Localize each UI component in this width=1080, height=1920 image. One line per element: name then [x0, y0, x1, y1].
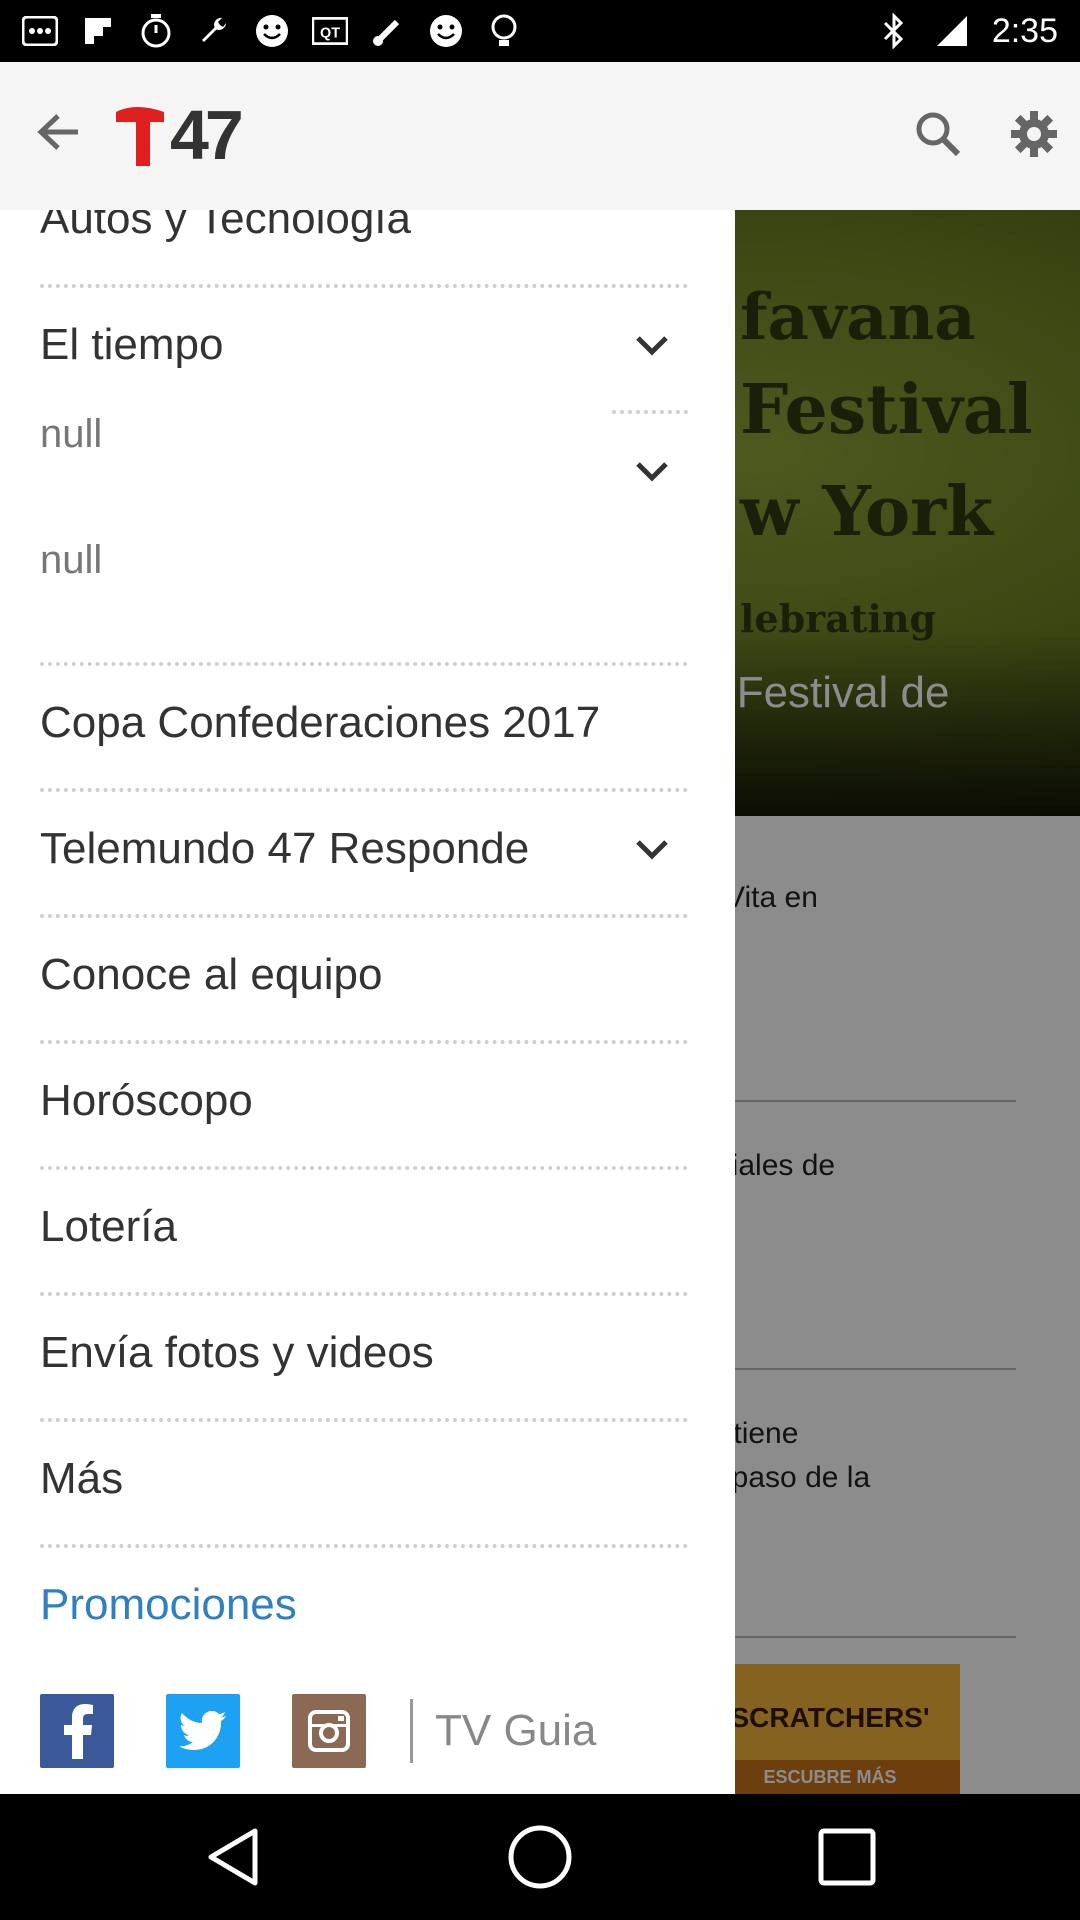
status-bar: QT 2:35	[0, 0, 1080, 62]
search-button[interactable]	[908, 104, 968, 164]
drawer-subitem-null-2[interactable]: null	[40, 538, 102, 583]
drawer-item-copa-confederaciones[interactable]: Copa Confederaciones 2017	[40, 698, 600, 748]
lightbulb-icon	[486, 13, 522, 49]
flipboard-icon	[80, 13, 116, 49]
drawer-item-el-tiempo[interactable]: El tiempo	[40, 320, 223, 370]
tv-guide-link[interactable]: TV Guia	[435, 1706, 596, 1756]
drawer-subitem-null-1[interactable]: null	[40, 412, 102, 457]
notification-icon	[22, 13, 58, 49]
drawer-divider	[40, 788, 688, 792]
drawer-item-autos[interactable]: Autos y Tecnología	[40, 210, 411, 244]
arrow-left-icon	[37, 114, 78, 150]
drawer-divider	[40, 1292, 688, 1296]
nav-recents-button[interactable]	[802, 1812, 892, 1902]
drawer-divider	[40, 1166, 688, 1170]
nav-home-button[interactable]	[495, 1812, 585, 1902]
smiley-icon	[254, 13, 290, 49]
drawer-divider	[40, 662, 688, 666]
circle-home-icon	[508, 1825, 572, 1889]
wrench-icon	[196, 13, 232, 49]
facebook-icon	[64, 1704, 93, 1759]
triangle-back-icon	[208, 1828, 258, 1886]
timer-icon	[138, 13, 174, 49]
nav-back-button[interactable]	[188, 1812, 278, 1902]
twitter-button[interactable]	[166, 1694, 240, 1768]
instagram-icon	[308, 1710, 350, 1752]
drawer-divider	[40, 284, 688, 288]
twitter-icon	[179, 1711, 226, 1750]
svg-text:QT: QT	[320, 25, 340, 41]
settings-button[interactable]	[1004, 104, 1064, 164]
telemundo-t-icon	[116, 107, 164, 166]
logo-text: 47	[170, 96, 244, 174]
gear-icon	[1011, 111, 1057, 157]
vertical-divider	[410, 1699, 413, 1763]
social-row: TV Guia	[40, 1694, 596, 1768]
search-icon	[916, 112, 961, 157]
smiley-icon-2	[428, 13, 464, 49]
drawer-divider	[40, 1544, 688, 1548]
drawer-item-promociones[interactable]: Promociones	[40, 1580, 297, 1630]
telemundo-logo[interactable]: 47	[116, 96, 244, 174]
drawer-divider-short	[612, 410, 688, 414]
bluetooth-icon	[876, 13, 912, 49]
status-icons-left: QT	[22, 13, 876, 49]
drawer-item-telemundo-responde[interactable]: Telemundo 47 Responde	[40, 824, 529, 874]
drawer-divider	[40, 1418, 688, 1422]
chevron-down-icon[interactable]	[628, 448, 676, 496]
instagram-button[interactable]	[292, 1694, 366, 1768]
qt-icon: QT	[312, 13, 348, 49]
system-nav-bar	[0, 1794, 1080, 1920]
drawer-item-mas[interactable]: Más	[40, 1454, 123, 1504]
drawer-item-horoscopo[interactable]: Horóscopo	[40, 1076, 253, 1126]
status-time: 2:35	[991, 11, 1058, 50]
back-button[interactable]	[28, 102, 88, 162]
navigation-drawer: Autos y Tecnología El tiempo null null C…	[0, 210, 735, 1794]
app-bar: 47	[0, 62, 1080, 210]
drawer-item-conoce-equipo[interactable]: Conoce al equipo	[40, 950, 382, 1000]
chevron-down-icon[interactable]	[628, 826, 676, 874]
drawer-item-loteria[interactable]: Lotería	[40, 1202, 177, 1252]
drawer-divider	[40, 1040, 688, 1044]
drawer-divider	[40, 914, 688, 918]
drawer-item-envia-fotos[interactable]: Envía fotos y videos	[40, 1328, 434, 1378]
square-recents-icon	[818, 1828, 876, 1886]
chevron-down-icon[interactable]	[628, 322, 676, 370]
screen: QT 2:35 47 favana Festival w York lebrat…	[0, 0, 1080, 1920]
status-icons-right: 2:35	[876, 12, 1058, 51]
signal-icon	[934, 13, 970, 49]
thermometer-icon	[370, 13, 406, 49]
facebook-button[interactable]	[40, 1694, 114, 1768]
